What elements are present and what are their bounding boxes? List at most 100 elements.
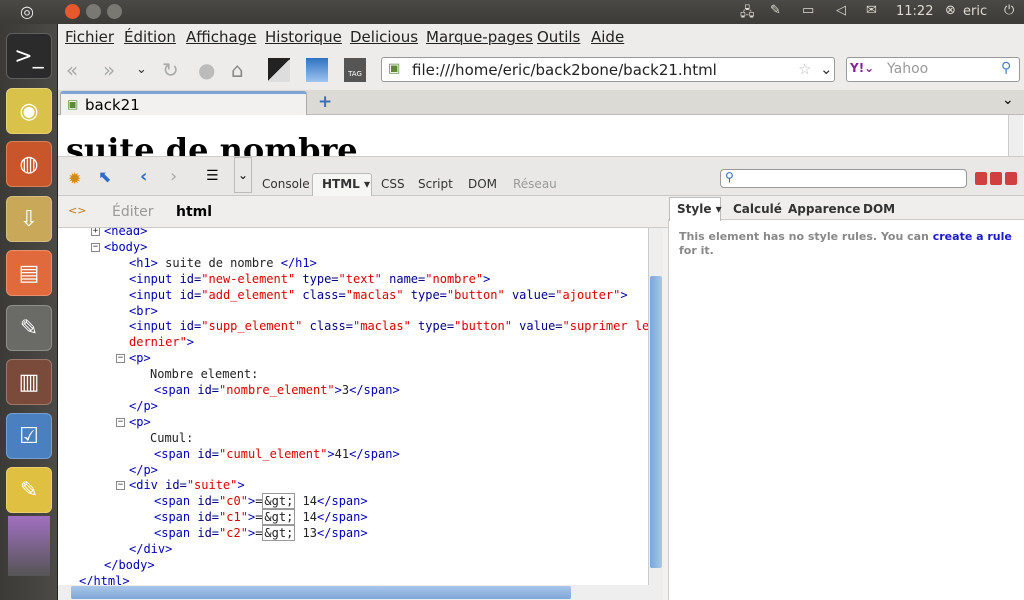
tree-node[interactable]: </p> <box>129 462 158 478</box>
close-firebug-button[interactable] <box>1005 172 1017 185</box>
vertical-scrollbar[interactable] <box>648 228 663 585</box>
menu-edition[interactable]: Édition <box>124 28 176 46</box>
search-icon[interactable]: ⚲ <box>1001 60 1011 76</box>
back-icon[interactable]: « <box>66 58 78 82</box>
tag-icon[interactable]: TAG <box>344 58 366 82</box>
library-icon[interactable]: ▥ <box>6 359 52 405</box>
firebug-icon[interactable]: ✹ <box>68 169 81 188</box>
collapse-toggle[interactable]: − <box>116 417 125 427</box>
url-bar[interactable]: ▣ file:///home/eric/back2bone/back21.htm… <box>381 57 835 82</box>
volume-icon[interactable]: ◁ <box>836 3 846 18</box>
archive-manager-icon[interactable]: ⇩ <box>6 196 52 242</box>
tree-node[interactable]: </body> <box>104 557 155 573</box>
power-icon[interactable]: ⏻ <box>1004 3 1014 18</box>
tree-node[interactable]: <h1> suite de nombre </h1> <box>129 255 317 271</box>
tree-node[interactable]: <input id="add_element" class="maclas" t… <box>129 287 628 303</box>
tree-node[interactable]: <input id="new-element" type="text" name… <box>129 271 490 287</box>
collapse-toggle[interactable]: − <box>116 481 125 491</box>
tree-node[interactable]: <span id="cumul_element">41</span> <box>154 446 400 462</box>
menu-aide[interactable]: Aide <box>591 28 624 46</box>
h-scroll-thumb[interactable] <box>71 586 571 599</box>
clock[interactable]: 11:22 <box>896 4 933 19</box>
tree-node[interactable]: <span id="c1">= &gt; 14</span> <box>154 509 368 526</box>
menu-marque-pages[interactable]: Marque-pages <box>426 28 533 46</box>
scroll-thumb[interactable] <box>650 276 662 568</box>
back-icon[interactable]: ‹ <box>140 166 147 187</box>
search-box[interactable]: Y!⌄ Yahoo ⚲ <box>846 57 1020 82</box>
tab-style[interactable]: Style ▾ <box>677 202 722 216</box>
firefox-icon[interactable]: ◍ <box>6 141 52 187</box>
tree-node[interactable]: <span id="c0">= &gt; 14</span> <box>154 493 368 510</box>
tree-node[interactable]: Nombre element: <box>150 366 258 382</box>
horizontal-scrollbar[interactable] <box>58 585 663 600</box>
menu-outils[interactable]: Outils <box>537 28 580 46</box>
tree-node[interactable]: <span id="c2">= &gt; 13</span> <box>154 525 368 542</box>
bookmark-icon[interactable] <box>268 58 290 82</box>
menu-historique[interactable]: Historique <box>265 28 342 46</box>
yahoo-engine-icon[interactable]: Y!⌄ <box>850 61 874 75</box>
tree-node[interactable]: <p> <box>129 350 151 366</box>
url-dropdown-icon[interactable]: ⌄ <box>820 60 833 78</box>
minimize-window-button[interactable] <box>86 4 101 19</box>
menu-affichage[interactable]: Affichage <box>186 28 256 46</box>
page-scrollbar[interactable] <box>1008 115 1023 156</box>
close-window-button[interactable] <box>65 4 80 19</box>
panel-dropdown-icon[interactable]: ⌄ <box>234 157 252 193</box>
tree-node[interactable]: <div id="suite"> <box>129 477 245 493</box>
url-text[interactable]: file:///home/eric/back2bone/back21.html <box>412 61 717 79</box>
history-dropdown-icon[interactable]: ⌄ <box>136 62 147 77</box>
collapse-toggle[interactable]: − <box>91 242 100 252</box>
tree-node[interactable]: dernier"> <box>129 334 194 350</box>
tree-node[interactable]: </p> <box>129 398 158 414</box>
stop-icon[interactable]: ● <box>198 58 215 82</box>
minimize-firebug-button[interactable] <box>975 172 987 185</box>
mail-icon[interactable]: ✉ <box>866 3 877 18</box>
forward-icon[interactable]: › <box>170 166 177 187</box>
new-tab-button[interactable]: + <box>318 92 332 112</box>
tree-node[interactable]: <body> <box>104 239 147 255</box>
html-view-icon[interactable]: <> <box>68 204 86 217</box>
user-name[interactable]: eric <box>963 4 987 19</box>
rhythmbox-icon[interactable]: ◉ <box>6 88 52 134</box>
menu-delicious[interactable]: Delicious <box>350 28 418 46</box>
battery-icon[interactable]: ▭ <box>802 3 814 18</box>
tab-script[interactable]: Script <box>418 177 453 191</box>
expand-toggle[interactable]: + <box>91 228 100 236</box>
edit-button[interactable]: Éditer <box>112 204 153 220</box>
menu-fichier[interactable]: Fichier <box>65 28 114 46</box>
tab-calcule[interactable]: Calculé <box>733 202 782 216</box>
tab-apparence[interactable]: Apparence <box>788 202 860 216</box>
sidebar-icon[interactable] <box>306 58 328 82</box>
create-rule-link[interactable]: create a rule <box>933 230 1012 243</box>
network-icon[interactable]: 🖧 <box>740 3 755 25</box>
search-input[interactable]: Yahoo <box>887 61 928 77</box>
firebug-search-input[interactable]: ⚲ <box>720 169 967 188</box>
file-manager-icon[interactable]: ▤ <box>6 250 52 296</box>
workspaces-icon[interactable]: ✎ <box>6 467 52 513</box>
tab-dom[interactable]: DOM <box>863 202 895 216</box>
tab-html[interactable]: HTML ▾ <box>322 177 370 191</box>
home-icon[interactable]: ⌂ <box>231 58 244 82</box>
tab-console[interactable]: Console <box>262 177 310 191</box>
tree-node[interactable]: Cumul: <box>150 430 193 446</box>
notes-icon[interactable]: ✎ <box>770 3 781 18</box>
inspect-icon[interactable]: ⬉ <box>98 167 111 186</box>
maximize-window-button[interactable] <box>107 4 122 19</box>
tab-list-icon[interactable]: ⌄ <box>1002 92 1014 108</box>
tab-css[interactable]: CSS <box>381 177 405 191</box>
menu-icon[interactable]: ☰ <box>206 168 219 184</box>
tree-node[interactable]: </html> <box>79 573 130 585</box>
ubuntu-logo-icon[interactable]: ◎ <box>20 2 34 21</box>
stacked-launcher-icons[interactable] <box>8 516 50 576</box>
collapse-toggle[interactable]: − <box>116 354 125 364</box>
tab-reseau[interactable]: Réseau <box>513 177 557 191</box>
terminal-icon[interactable]: >_ <box>6 33 52 79</box>
breadcrumb-html[interactable]: html <box>176 204 212 220</box>
reload-icon[interactable]: ↻ <box>162 58 179 82</box>
detach-firebug-button[interactable] <box>990 172 1002 185</box>
tab-dom[interactable]: DOM <box>468 177 497 191</box>
star-icon[interactable]: ☆ <box>798 60 811 78</box>
tree-node[interactable]: <span id="nombre_element">3</span> <box>154 382 400 398</box>
task-manager-icon[interactable]: ☑ <box>6 413 52 459</box>
text-editor-icon[interactable]: ✎ <box>6 305 52 351</box>
